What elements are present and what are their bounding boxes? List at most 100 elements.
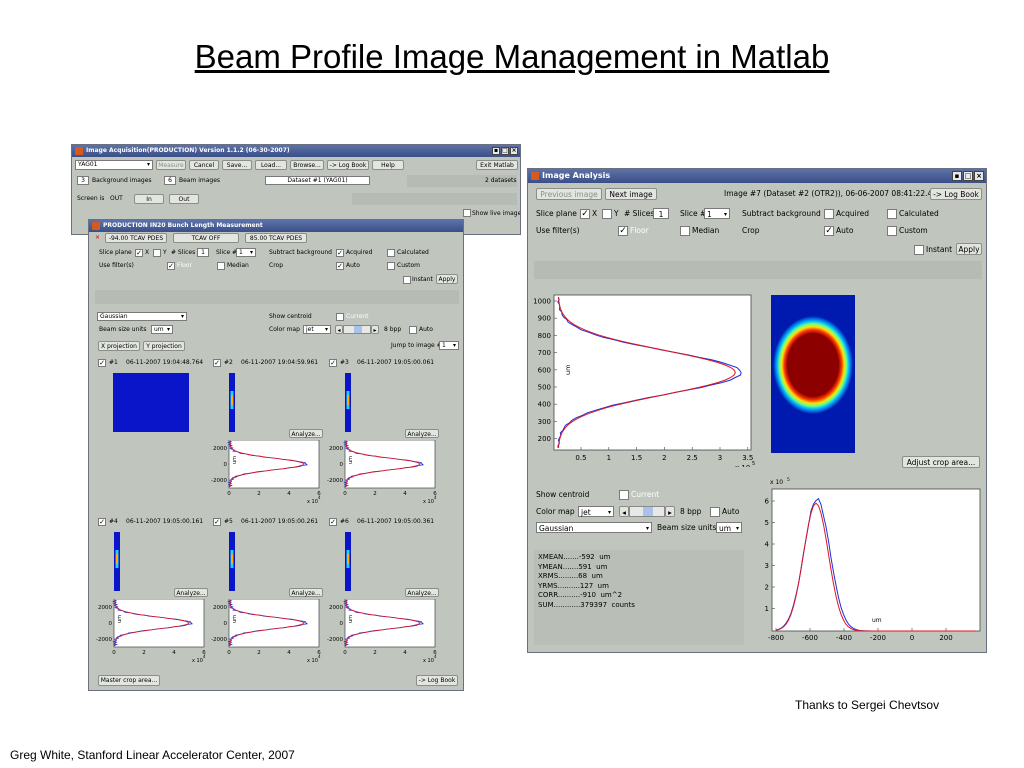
cmap-left-arrow-icon[interactable]: ◂ bbox=[619, 506, 629, 517]
measure-button[interactable]: Measure bbox=[156, 160, 186, 170]
acquisition-title-bar[interactable]: Image Acquisition(PRODUCTION) Version 1.… bbox=[72, 145, 520, 157]
cmap-slider-thumb[interactable] bbox=[643, 507, 653, 516]
cmap-auto-checkbox[interactable] bbox=[710, 507, 720, 517]
floor-label: Floor bbox=[630, 226, 649, 235]
master-crop-button[interactable]: Master crop area... bbox=[98, 675, 160, 686]
image-select-checkbox[interactable] bbox=[98, 359, 106, 367]
slice-x-checkbox[interactable] bbox=[580, 209, 590, 219]
x-projection-x-tick-label: 0 bbox=[910, 634, 914, 642]
color-map-select[interactable]: jet bbox=[303, 325, 331, 334]
analyze-button[interactable]: Analyze... bbox=[289, 429, 323, 438]
acquired-checkbox[interactable] bbox=[824, 209, 834, 219]
minimize-icon[interactable]: ▪ bbox=[952, 171, 962, 181]
maximize-icon[interactable]: □ bbox=[501, 147, 509, 155]
acquired-checkbox[interactable] bbox=[336, 249, 344, 257]
tcav-left-button[interactable]: -94.00 TCAV PDES bbox=[105, 233, 167, 243]
dataset-field[interactable]: Dataset #1 (YAG01) bbox=[265, 176, 370, 185]
tcav-right-button[interactable]: 85.00 TCAV PDES bbox=[245, 233, 307, 243]
analysis-title-bar[interactable]: Image Analysis ▪ □ × bbox=[528, 169, 986, 183]
background-count-field[interactable]: 3 bbox=[77, 176, 89, 185]
cmap-slider[interactable] bbox=[343, 325, 371, 334]
cmap-right-arrow-icon[interactable]: ▸ bbox=[665, 506, 675, 517]
next-image-button[interactable]: Next image bbox=[605, 188, 657, 200]
bunch-auto-checkbox[interactable] bbox=[409, 326, 417, 334]
log-book-button[interactable]: -> Log Book bbox=[327, 160, 369, 170]
screen-out-button[interactable]: Out bbox=[169, 194, 199, 204]
analysis-log-book-button[interactable]: -> Log Book bbox=[930, 188, 982, 200]
analyze-button[interactable]: Analyze... bbox=[405, 588, 439, 597]
color-map-select[interactable]: jet bbox=[578, 506, 614, 518]
slice-number-select[interactable]: 1 bbox=[236, 248, 256, 257]
bunch-title-bar[interactable]: PRODUCTION IN20 Bunch Length Measurement bbox=[89, 220, 463, 232]
cmap-slider-thumb[interactable] bbox=[354, 326, 362, 333]
image-select-checkbox[interactable] bbox=[329, 359, 337, 367]
help-button[interactable]: Help bbox=[372, 160, 404, 170]
load-button[interactable]: Load... bbox=[255, 160, 287, 170]
crop-custom-checkbox[interactable] bbox=[387, 262, 395, 270]
calculated-checkbox[interactable] bbox=[887, 209, 897, 219]
crop-auto-checkbox[interactable] bbox=[824, 226, 834, 236]
cmap-right-arrow-icon[interactable]: ▸ bbox=[371, 325, 379, 334]
slice-y-checkbox[interactable] bbox=[153, 249, 161, 257]
centroid-current-checkbox[interactable] bbox=[619, 490, 629, 500]
apply-button[interactable]: Apply bbox=[436, 274, 458, 284]
mini-x-tick-label: 2 bbox=[373, 491, 377, 497]
analyze-button[interactable]: Analyze... bbox=[405, 429, 439, 438]
jump-select[interactable]: 1 bbox=[439, 341, 459, 350]
num-slices-field[interactable]: 1 bbox=[653, 208, 669, 219]
num-slices-field[interactable]: 1 bbox=[197, 248, 209, 257]
analyze-button[interactable]: Analyze... bbox=[289, 588, 323, 597]
instant-checkbox[interactable] bbox=[914, 245, 924, 255]
image-select-checkbox[interactable] bbox=[329, 518, 337, 526]
calculated-checkbox[interactable] bbox=[387, 249, 395, 257]
y-projection-button[interactable]: Y projection bbox=[143, 341, 185, 351]
beam-count-field[interactable]: 6 bbox=[164, 176, 176, 185]
adjust-crop-button[interactable]: Adjust crop area... bbox=[902, 456, 980, 468]
fit-select[interactable]: Gaussian bbox=[97, 312, 187, 321]
cmap-slider[interactable] bbox=[629, 506, 665, 517]
image-select-checkbox[interactable] bbox=[213, 518, 221, 526]
instant-checkbox[interactable] bbox=[403, 276, 411, 284]
slice-y-checkbox[interactable] bbox=[602, 209, 612, 219]
analyze-button[interactable]: Analyze... bbox=[174, 588, 208, 597]
image-select-checkbox[interactable] bbox=[213, 359, 221, 367]
units-select[interactable]: um bbox=[716, 522, 742, 534]
tcav-off-button[interactable]: TCAV OFF bbox=[173, 233, 239, 243]
mini-projection-plot: 20000-20000 2 4 6x 104um bbox=[211, 440, 321, 505]
fit-select[interactable]: Gaussian bbox=[536, 522, 652, 534]
browse-button[interactable]: Browse... bbox=[290, 160, 324, 170]
crop-auto-checkbox[interactable] bbox=[336, 262, 344, 270]
y-projection-y-tick-label: 500 bbox=[538, 384, 551, 392]
image-timestamp: 06-11-2007 19:04:59.961 bbox=[241, 359, 319, 366]
image-select-checkbox[interactable] bbox=[98, 518, 106, 526]
floor-checkbox[interactable] bbox=[618, 226, 628, 236]
apply-button[interactable]: Apply bbox=[956, 243, 982, 255]
minimize-icon[interactable]: ▪ bbox=[492, 147, 500, 155]
x-projection-button[interactable]: X projection bbox=[98, 341, 140, 351]
floor-checkbox[interactable] bbox=[167, 262, 175, 270]
previous-image-button[interactable]: Previous image bbox=[536, 188, 602, 200]
units-select[interactable]: um bbox=[151, 325, 173, 334]
maximize-icon[interactable]: □ bbox=[963, 171, 973, 181]
image-number: #2 bbox=[224, 359, 233, 366]
save-button[interactable]: Save... bbox=[222, 160, 252, 170]
exit-matlab-button[interactable]: Exit Matlab bbox=[476, 160, 518, 170]
median-checkbox[interactable] bbox=[680, 226, 690, 236]
centroid-current-checkbox[interactable] bbox=[336, 313, 344, 321]
bunch-log-book-button[interactable]: -> Log Book bbox=[416, 675, 458, 686]
median-checkbox[interactable] bbox=[217, 262, 225, 270]
close-icon[interactable]: × bbox=[974, 171, 984, 181]
crop-custom-checkbox[interactable] bbox=[887, 226, 897, 236]
mini-y-tick-label: -2000 bbox=[96, 637, 112, 643]
show-live-checkbox[interactable] bbox=[463, 209, 471, 217]
color-map-label: Color map bbox=[269, 326, 300, 333]
camera-select[interactable]: YAG01 bbox=[75, 160, 153, 170]
cmap-left-arrow-icon[interactable]: ◂ bbox=[335, 325, 343, 334]
close-icon[interactable]: × bbox=[510, 147, 518, 155]
image-thumbnail bbox=[229, 532, 235, 591]
screen-in-button[interactable]: In bbox=[134, 194, 164, 204]
use-filters-label: Use filter(s) bbox=[99, 262, 134, 269]
cancel-button[interactable]: Cancel bbox=[189, 160, 219, 170]
slice-x-checkbox[interactable] bbox=[135, 249, 143, 257]
slice-number-select[interactable]: 1 bbox=[704, 208, 730, 220]
